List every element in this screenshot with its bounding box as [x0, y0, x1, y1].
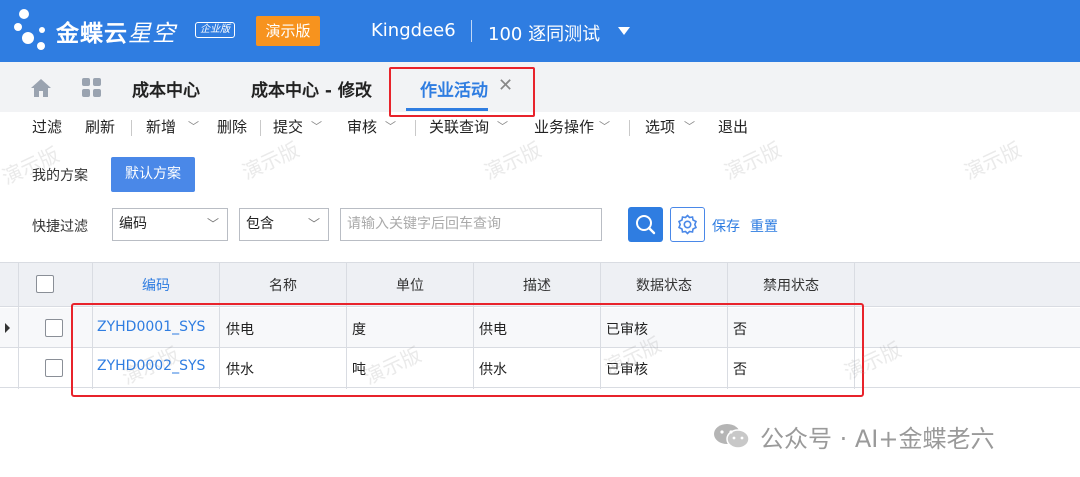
chevron-down-icon[interactable]: ﹀	[684, 118, 695, 134]
column-divider	[18, 262, 19, 389]
tab-cost-center[interactable]: 成本中心	[132, 76, 200, 101]
toolbar-divider	[260, 120, 261, 136]
current-row-indicator-icon	[5, 323, 10, 333]
organization-selector[interactable]: 100 逐同测试	[488, 20, 600, 46]
brand-name: 金蝶云星空	[56, 21, 176, 47]
chevron-down-icon[interactable]: ﹀	[188, 118, 199, 134]
delete-button[interactable]: 删除	[217, 116, 247, 137]
demo-watermark: 演示版	[960, 137, 1025, 185]
search-input[interactable]: 请输入关键字后回车查询	[340, 208, 602, 241]
toolbar-divider	[629, 120, 630, 136]
chevron-down-icon: ﹀	[307, 217, 320, 231]
top-navigation-bar: 金蝶云星空 企业版 演示版 Kingdee6 100 逐同测试	[0, 0, 1080, 62]
search-icon	[636, 215, 656, 235]
app-grid-icon[interactable]	[82, 78, 102, 98]
quick-filter-label: 快捷过滤	[32, 219, 88, 235]
refresh-button[interactable]: 刷新	[85, 116, 115, 137]
new-button[interactable]: 新增	[146, 116, 176, 137]
header-divider	[471, 20, 472, 42]
chevron-down-icon[interactable]: ﹀	[311, 118, 322, 134]
highlight-box-tab	[389, 67, 535, 117]
operator-select[interactable]: 包含 ﹀	[239, 208, 329, 241]
chevron-down-icon: ﹀	[206, 217, 219, 231]
edition-badge: 企业版	[195, 22, 235, 38]
toolbar: 过滤 刷新 新增 ﹀ 删除 提交 ﹀ 审核 ﹀ 关联查询 ﹀ 业务操作 ﹀ 选项…	[0, 112, 1080, 140]
wechat-icon	[714, 424, 750, 449]
default-scheme-button[interactable]: 默认方案	[111, 157, 195, 192]
column-header-code[interactable]: 编码	[93, 275, 219, 295]
chevron-down-icon[interactable]: ﹀	[599, 118, 610, 134]
kingdee-logo-icon	[14, 9, 45, 50]
audit-button[interactable]: 审核	[347, 116, 377, 137]
select-all-checkbox[interactable]	[36, 275, 54, 293]
toolbar-divider	[131, 120, 132, 136]
tenant-name[interactable]: Kingdee6	[371, 20, 456, 41]
exit-button[interactable]: 退出	[718, 116, 748, 137]
column-header-data-status[interactable]: 数据状态	[601, 275, 727, 295]
demo-watermark: 演示版	[238, 137, 303, 185]
tab-bar: 成本中心 成本中心 - 修改 作业活动 ✕	[0, 62, 1080, 112]
demo-watermark: 演示版	[720, 137, 785, 185]
toolbar-divider	[415, 120, 416, 136]
column-header-description[interactable]: 描述	[474, 275, 600, 295]
demo-version-badge: 演示版	[256, 16, 320, 46]
related-query-button[interactable]: 关联查询	[429, 116, 489, 137]
filter-settings-button[interactable]	[670, 207, 705, 242]
column-header-unit[interactable]: 单位	[347, 275, 473, 295]
demo-watermark: 演示版	[480, 137, 545, 185]
home-icon[interactable]	[30, 78, 52, 98]
row-checkbox[interactable]	[45, 359, 63, 377]
chevron-down-icon[interactable]: ﹀	[385, 118, 396, 134]
reset-link[interactable]: 重置	[750, 216, 778, 236]
business-operation-button[interactable]: 业务操作	[534, 116, 594, 137]
options-button[interactable]: 选项	[645, 116, 675, 137]
row-checkbox[interactable]	[45, 319, 63, 337]
tab-cost-center-edit[interactable]: 成本中心 - 修改	[251, 76, 372, 101]
field-select[interactable]: 编码 ﹀	[112, 208, 228, 241]
credit-text: 公众号 · AI+金蝶老六	[760, 425, 995, 453]
save-link[interactable]: 保存	[712, 216, 740, 236]
search-button[interactable]	[628, 207, 663, 242]
filter-button[interactable]: 过滤	[32, 116, 62, 137]
column-header-name[interactable]: 名称	[220, 275, 346, 295]
gear-icon	[677, 214, 698, 235]
highlight-box-rows	[71, 303, 864, 397]
caret-down-icon[interactable]	[618, 27, 630, 35]
chevron-down-icon[interactable]: ﹀	[497, 118, 508, 134]
column-header-disabled-status[interactable]: 禁用状态	[728, 275, 854, 295]
